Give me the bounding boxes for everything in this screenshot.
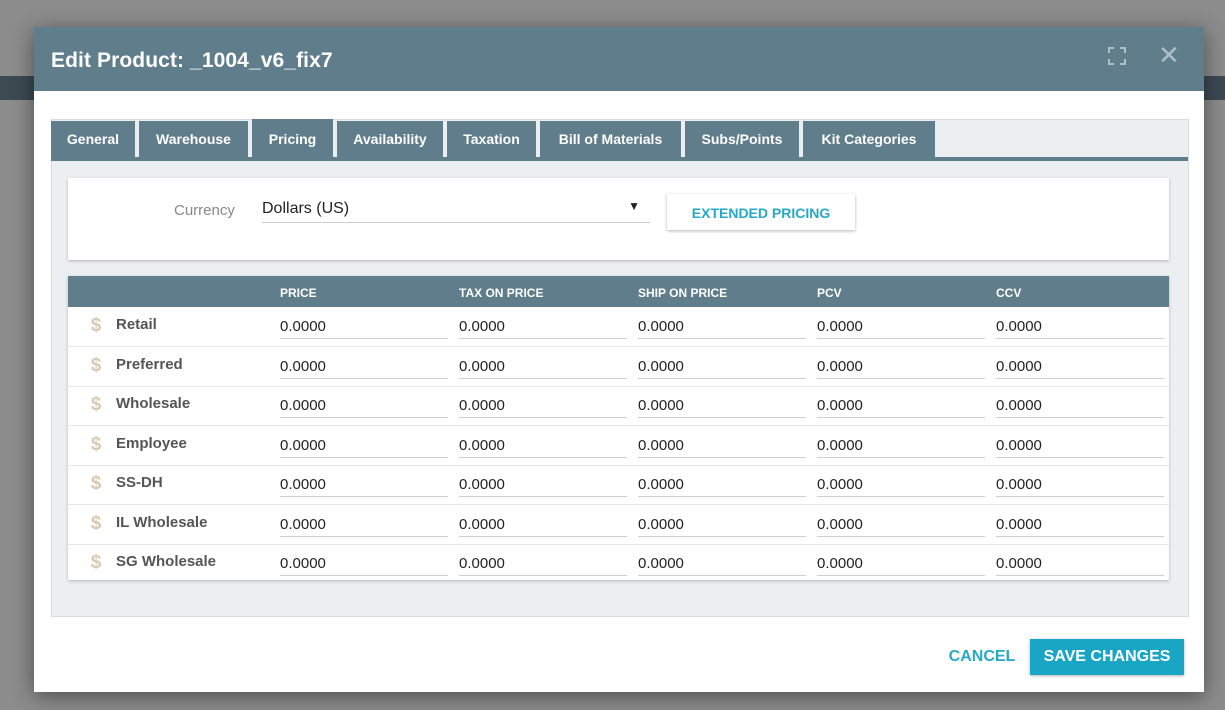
price-input[interactable]: 0.0000 (817, 316, 985, 339)
tab-availability[interactable]: Availability (337, 121, 443, 157)
price-input[interactable]: 0.0000 (996, 395, 1164, 418)
row-label: Wholesale (116, 395, 191, 412)
extended-pricing-button[interactable]: EXTENDED PRICING (667, 194, 855, 230)
row-label: IL Wholesale (116, 513, 208, 531)
price-input[interactable]: 0.0000 (459, 514, 627, 537)
price-input[interactable]: 0.0000 (996, 553, 1164, 576)
price-input[interactable]: 0.0000 (638, 435, 806, 458)
tab-bill-of-materials[interactable]: Bill of Materials (540, 121, 681, 157)
price-input[interactable]: 0.0000 (638, 514, 806, 537)
price-input[interactable]: 0.0000 (459, 395, 627, 418)
dollar-icon: $ (90, 552, 102, 573)
tab-subs-points[interactable]: Subs/Points (685, 121, 799, 157)
column-header: PCV (817, 286, 842, 300)
price-input[interactable]: 0.0000 (817, 553, 985, 576)
currency-label: Currency (174, 202, 235, 219)
dollar-icon: $ (90, 473, 102, 494)
tab-general[interactable]: General (51, 121, 135, 157)
price-input[interactable]: 0.0000 (638, 316, 806, 339)
expand-icon[interactable] (1108, 47, 1126, 65)
price-input[interactable]: 0.0000 (280, 395, 448, 418)
caret-down-icon: ▼ (628, 199, 640, 213)
price-input[interactable]: 0.0000 (638, 553, 806, 576)
table-row: $ Employee 0.0000 0.0000 0.0000 0.0000 0.0000 (68, 426, 1169, 466)
price-input[interactable]: 0.0000 (459, 356, 627, 379)
dialog-title: Edit Product: _1004_v6_fix7 (51, 49, 333, 72)
row-label: Preferred (116, 355, 183, 373)
price-input[interactable]: 0.0000 (996, 435, 1164, 458)
table-row: $ IL Wholesale 0.0000 0.0000 0.0000 0.0000 0.0… (68, 505, 1169, 545)
dollar-icon: $ (90, 433, 102, 455)
table-row: $ Retail 0.0000 0.0000 0.0000 0.0000 0.0000 (68, 307, 1169, 347)
table-row: $ Preferred 0.0000 0.0000 0.0000 0.0000 0.0000 (68, 347, 1169, 387)
dialog-header: Edit Product: _1004_v6_fix7 ✕ (34, 27, 1204, 91)
dollar-icon: $ (90, 512, 102, 534)
price-input[interactable]: 0.0000 (459, 553, 627, 576)
price-input[interactable]: 0.0000 (996, 474, 1164, 497)
tab-underline (51, 157, 1188, 161)
price-input[interactable]: 0.0000 (817, 356, 985, 379)
row-label: Employee (116, 434, 187, 452)
price-input[interactable]: 0.0000 (280, 435, 448, 458)
column-header: TAX ON PRICE (459, 286, 544, 300)
price-input[interactable]: 0.0000 (280, 356, 448, 379)
currency-value: Dollars (US) (262, 200, 350, 217)
dollar-icon: $ (90, 315, 102, 336)
price-input[interactable]: 0.0000 (459, 316, 627, 339)
price-input[interactable]: 0.0000 (996, 514, 1164, 537)
tab-pricing[interactable]: Pricing (252, 119, 333, 159)
currency-select[interactable]: Dollars (US) ▼ (262, 197, 650, 223)
tab-kit-categories[interactable]: Kit Categories (803, 121, 935, 157)
price-input[interactable]: 0.0000 (817, 395, 985, 418)
column-header: SHIP ON PRICE (638, 286, 728, 300)
price-input[interactable]: 0.0000 (817, 514, 985, 537)
price-input[interactable]: 0.0000 (280, 553, 448, 576)
price-input[interactable]: 0.0000 (459, 474, 627, 497)
price-input[interactable]: 0.0000 (638, 474, 806, 497)
price-input[interactable]: 0.0000 (459, 435, 627, 458)
dollar-icon: $ (90, 394, 102, 415)
column-header: CCV (996, 286, 1022, 300)
table-row: $ Wholesale 0.0000 0.0000 0.0000 0.0000 0.0000 (68, 386, 1169, 426)
cancel-button[interactable]: CANCEL (942, 639, 1022, 675)
edit-product-dialog: Edit Product: _1004_v6_fix7 ✕ General War… (34, 27, 1204, 692)
price-input[interactable]: 0.0000 (996, 316, 1164, 339)
pricing-table: PRICE TAX ON PRICE SHIP ON PRICE PCV CCV $ Re… (68, 276, 1169, 584)
currency-card: Currency Dollars (US) ▼ EXTENDED PRICING (68, 178, 1169, 260)
row-label: SS-DH (116, 474, 163, 491)
row-label: SG Wholesale (116, 553, 217, 570)
price-input[interactable]: 0.0000 (280, 474, 448, 497)
table-header: PRICE TAX ON PRICE SHIP ON PRICE PCV CCV (68, 276, 1169, 307)
save-changes-button[interactable]: SAVE CHANGES (1030, 639, 1184, 675)
price-input[interactable]: 0.0000 (280, 316, 448, 339)
price-input[interactable]: 0.0000 (996, 356, 1164, 379)
tab-taxation[interactable]: Taxation (447, 121, 536, 157)
close-icon[interactable]: ✕ (1158, 42, 1180, 68)
price-input[interactable]: 0.0000 (638, 356, 806, 379)
price-input[interactable]: 0.0000 (817, 435, 985, 458)
price-input[interactable]: 0.0000 (817, 474, 985, 497)
dollar-icon: $ (90, 354, 102, 376)
price-input[interactable]: 0.0000 (638, 395, 806, 418)
tab-warehouse[interactable]: Warehouse (139, 121, 248, 157)
row-label: Retail (116, 316, 157, 333)
column-header: PRICE (280, 286, 317, 300)
table-row: $ SS-DH 0.0000 0.0000 0.0000 0.0000 0.0000 (68, 465, 1169, 505)
price-input[interactable]: 0.0000 (280, 514, 448, 537)
table-row: $ SG Wholesale 0.0000 0.0000 0.0000 0.0000 0.0… (68, 544, 1169, 584)
